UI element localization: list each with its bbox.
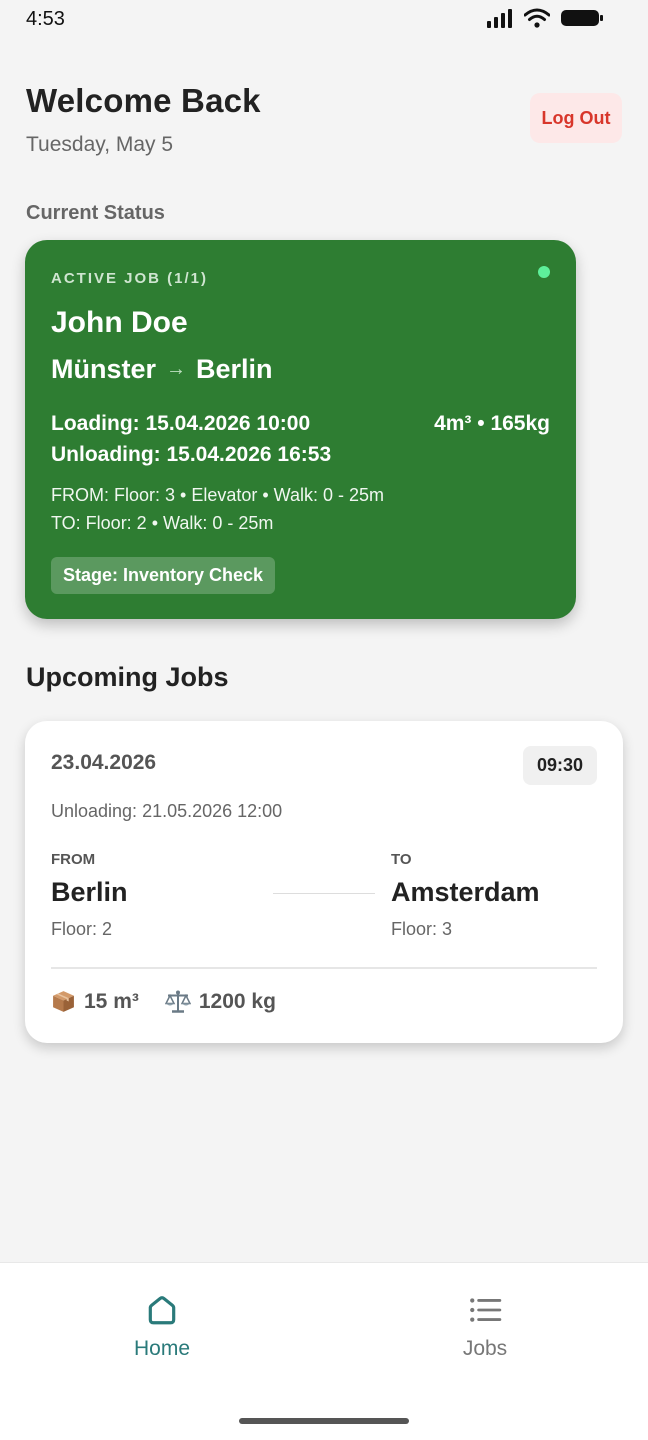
- status-icons: [486, 8, 604, 28]
- status-bar: 4:53: [0, 0, 648, 40]
- job-date: 23.04.2026: [51, 751, 157, 774]
- from-details: FROM: Floor: 3 • Elevator • Walk: 0 - 25…: [51, 485, 385, 505]
- customer-name: John Doe: [51, 306, 188, 339]
- active-indicator-dot: [538, 266, 550, 278]
- upcoming-jobs-title: Upcoming Jobs: [26, 662, 229, 692]
- list-icon: [470, 1298, 502, 1322]
- logout-button[interactable]: Log Out: [530, 93, 622, 143]
- divider: [51, 967, 597, 969]
- route-origin: Münster: [51, 354, 157, 384]
- weight-stat: 1200 kg: [164, 989, 276, 1014]
- stage-badge: Stage: Inventory Check: [51, 557, 276, 594]
- header: Welcome Back Tuesday, May 5 Log Out: [26, 82, 624, 156]
- to-floor: Floor: 3: [391, 919, 453, 939]
- arrow-right-icon: →: [166, 358, 187, 380]
- wifi-icon: [524, 8, 550, 28]
- bottom-navigation: Home Jobs: [0, 1262, 648, 1440]
- status-time: 4:53: [26, 8, 65, 30]
- from-label: FROM: [51, 851, 96, 868]
- nav-label-jobs: Jobs: [462, 1337, 508, 1360]
- job-stats: 15 m³ 1200 kg: [51, 989, 276, 1014]
- scale-icon: [164, 990, 191, 1013]
- job-capacity: 4m³ • 165kg: [434, 412, 550, 435]
- to-city: Amsterdam: [391, 877, 540, 907]
- from-city: Berlin: [51, 877, 128, 907]
- home-indicator[interactable]: [239, 1418, 409, 1424]
- volume-stat: 15 m³: [51, 989, 139, 1014]
- current-status-label: Current Status: [26, 202, 165, 224]
- to-details: TO: Floor: 2 • Walk: 0 - 25m: [51, 513, 274, 533]
- loading-time: Loading: 15.04.2026 10:00: [51, 412, 311, 435]
- job-time-badge: 09:30: [523, 746, 597, 785]
- package-icon: [53, 991, 74, 1012]
- home-icon: [148, 1296, 176, 1325]
- job-unloading-time: Unloading: 21.05.2026 12:00: [51, 801, 283, 821]
- volume-value: 15 m³: [84, 989, 139, 1013]
- active-job-card[interactable]: ACTIVE JOB (1/1) John Doe Münster → Berl…: [25, 240, 576, 619]
- active-job-tag: ACTIVE JOB (1/1): [51, 270, 209, 287]
- job-route: Münster → Berlin: [51, 354, 273, 385]
- weight-value: 1200 kg: [198, 989, 276, 1013]
- route-destination: Berlin: [196, 354, 273, 384]
- upcoming-job-card[interactable]: 23.04.2026 09:30 Unloading: 21.05.2026 1…: [25, 721, 623, 1043]
- to-label: TO: [391, 851, 412, 868]
- unloading-time: Unloading: 15.04.2026 16:53: [51, 443, 332, 466]
- nav-label-home: Home: [133, 1337, 191, 1360]
- battery-icon: [561, 10, 603, 26]
- nav-item-home[interactable]: Home: [92, 1293, 232, 1361]
- from-floor: Floor: 2: [51, 919, 113, 939]
- route-connector: [273, 893, 375, 894]
- current-date: Tuesday, May 5: [26, 133, 174, 156]
- nav-item-jobs[interactable]: Jobs: [415, 1293, 555, 1361]
- signal-icon: [487, 9, 512, 28]
